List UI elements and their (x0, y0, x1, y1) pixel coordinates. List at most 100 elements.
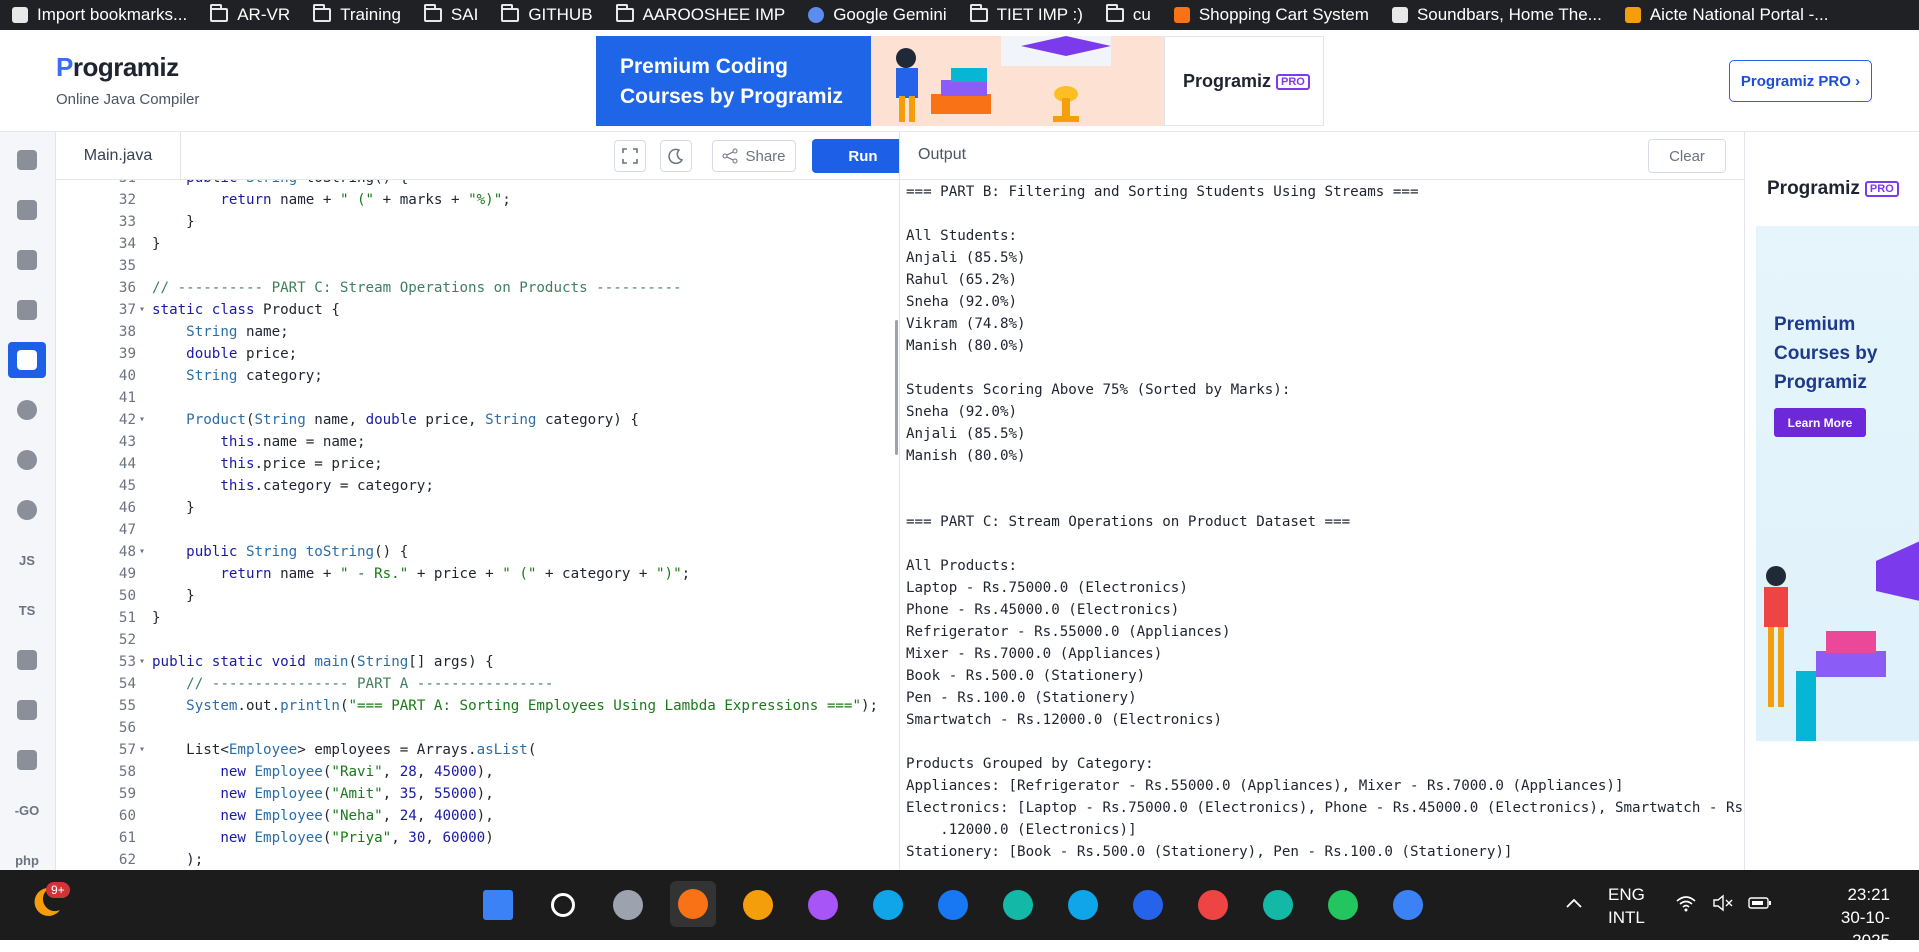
rail-item-html[interactable] (8, 292, 46, 328)
code-line[interactable]: 61 new Employee("Priya", 30, 60000) (56, 827, 899, 849)
facebook-icon[interactable] (935, 887, 971, 923)
programiz-logo[interactable]: Programiz (56, 52, 179, 83)
bookmark-item[interactable]: AAROOSHEE IMP (604, 0, 797, 30)
rail-item-csharp[interactable] (8, 492, 46, 528)
search-icon[interactable] (545, 887, 581, 923)
rail-item-ts[interactable]: TS (8, 592, 46, 628)
code-line[interactable]: 33 } (56, 211, 899, 233)
ad-banner[interactable]: Premium Coding Courses by Programiz Prog… (596, 36, 1324, 126)
rail-item-java[interactable] (8, 342, 46, 378)
rail-item-cpp[interactable] (8, 442, 46, 478)
side-ad-banner[interactable]: Programiz PRO Premium Courses by Programi… (1756, 142, 1919, 741)
app-icon[interactable] (1260, 887, 1296, 923)
share-button[interactable]: Share (712, 140, 796, 172)
lang-line2: INTL (1608, 908, 1645, 927)
code-line[interactable]: 60 new Employee("Neha", 24, 40000), (56, 805, 899, 827)
code-line[interactable]: 62 ); (56, 849, 899, 870)
code-editor[interactable]: 31 public String toString() {32 return n… (56, 180, 899, 870)
copilot-icon[interactable] (805, 887, 841, 923)
code-line[interactable]: 57 ▾ List<Employee> employees = Arrays.as… (56, 739, 899, 761)
code-line[interactable]: 37 ▾ static class Product { (56, 299, 899, 321)
code-line[interactable]: 42 ▾ Product(String name, double price, S… (56, 409, 899, 431)
bookmark-item[interactable]: SAI (412, 0, 489, 30)
code-line[interactable]: 34} (56, 233, 899, 255)
rail-item-sql[interactable] (8, 242, 46, 278)
volume-muted-icon[interactable] (1712, 894, 1734, 918)
fold-toggle[interactable]: ▾ (139, 651, 145, 673)
edge-icon[interactable] (1065, 887, 1101, 923)
code-line[interactable]: 52 (56, 629, 899, 651)
code-line[interactable]: 51} (56, 607, 899, 629)
rail-item-stack[interactable] (8, 642, 46, 678)
rail-item-r[interactable] (8, 192, 46, 228)
fold-toggle[interactable]: ▾ (139, 739, 145, 761)
rail-item-js[interactable]: JS (8, 542, 46, 578)
wifi-icon[interactable] (1675, 894, 1697, 918)
bookmark-item[interactable]: Shopping Cart System (1162, 0, 1380, 30)
csharp-icon (17, 500, 37, 520)
bookmark-item[interactable]: TIET IMP :) (958, 0, 1094, 30)
bookmark-label: GITHUB (528, 5, 593, 24)
python-icon (17, 150, 37, 170)
editor-scrollbar[interactable] (895, 320, 898, 455)
bookmark-item[interactable]: Import bookmarks... (0, 0, 198, 30)
code-line[interactable]: 43 this.name = name; (56, 431, 899, 453)
code-line[interactable]: 44 this.price = price; (56, 453, 899, 475)
code-line[interactable]: 50 } (56, 585, 899, 607)
programiz-pro-button[interactable]: Programiz PRO › (1729, 60, 1872, 102)
file-explorer-icon[interactable] (740, 887, 776, 923)
start-icon[interactable] (480, 887, 516, 923)
code-line[interactable]: 59 new Employee("Amit", 35, 55000), (56, 783, 899, 805)
hp-icon[interactable] (1130, 887, 1166, 923)
code-line[interactable]: 45 this.category = category; (56, 475, 899, 497)
code-line[interactable]: 35 (56, 255, 899, 277)
code-line[interactable]: 55 System.out.println("=== PART A: Sorti… (56, 695, 899, 717)
bookmark-item[interactable]: GITHUB (489, 0, 603, 30)
battery-icon[interactable] (1748, 894, 1772, 918)
code-line[interactable]: 32 return name + " (" + marks + "%)"; (56, 189, 899, 211)
youtube-icon[interactable] (1195, 887, 1231, 923)
code-line[interactable]: 38 String name; (56, 321, 899, 343)
code-line[interactable]: 48 ▾ public String toString() { (56, 541, 899, 563)
bookmark-item[interactable]: Google Gemini (796, 0, 957, 30)
code-line[interactable]: 39 double price; (56, 343, 899, 365)
code-line[interactable]: 41 (56, 387, 899, 409)
rail-item-go[interactable]: -GO (8, 792, 46, 828)
clear-button[interactable]: Clear (1648, 139, 1726, 173)
bookmark-item[interactable]: cu (1094, 0, 1162, 30)
code-line[interactable]: 36 // ---------- PART C: Stream Operation… (56, 277, 899, 299)
bookmark-item[interactable]: Aicte National Portal -... (1613, 0, 1840, 30)
arduino-icon[interactable] (1000, 887, 1036, 923)
bookmark-item[interactable]: Training (301, 0, 412, 30)
rail-item-swift[interactable] (8, 692, 46, 728)
dark-mode-button[interactable] (660, 140, 692, 172)
rail-item-python[interactable] (8, 142, 46, 178)
file-tab-main-java[interactable]: Main.java (56, 132, 181, 180)
code-line[interactable]: 40 String category; (56, 365, 899, 387)
chrome-icon[interactable] (1325, 887, 1361, 923)
fold-toggle[interactable]: ▾ (139, 541, 145, 563)
firefox-icon[interactable] (670, 881, 716, 927)
outlook-icon[interactable] (870, 887, 906, 923)
code-line[interactable]: 49 return name + " - Rs." + price + " ("… (56, 563, 899, 585)
code-line[interactable]: 31 public String toString() { (56, 180, 899, 189)
code-line[interactable]: 54 // ---------------- PART A ----------… (56, 673, 899, 695)
show-hidden-icons-button[interactable] (1565, 892, 1583, 915)
code-line[interactable]: 56 (56, 717, 899, 739)
task-view-icon[interactable] (610, 887, 646, 923)
bookmark-item[interactable]: AR-VR (198, 0, 301, 30)
input-language[interactable]: ENG INTL (1608, 883, 1645, 929)
clock[interactable]: 23:21 30-10-2025 (1810, 883, 1890, 952)
learn-more-button[interactable]: Learn More (1774, 408, 1866, 437)
bookmark-item[interactable]: Soundbars, Home The... (1380, 0, 1613, 30)
code-line[interactable]: 53 ▾ public static void main(String[] args… (56, 651, 899, 673)
code-line[interactable]: 46 } (56, 497, 899, 519)
fullscreen-button[interactable] (614, 140, 646, 172)
rail-item-rust[interactable] (8, 742, 46, 778)
fold-toggle[interactable]: ▾ (139, 299, 145, 321)
rail-item-c[interactable] (8, 392, 46, 428)
code-line[interactable]: 47 (56, 519, 899, 541)
code-line[interactable]: 58 new Employee("Ravi", 28, 45000), (56, 761, 899, 783)
photos-icon[interactable] (1390, 887, 1426, 923)
fold-toggle[interactable]: ▾ (139, 409, 145, 431)
